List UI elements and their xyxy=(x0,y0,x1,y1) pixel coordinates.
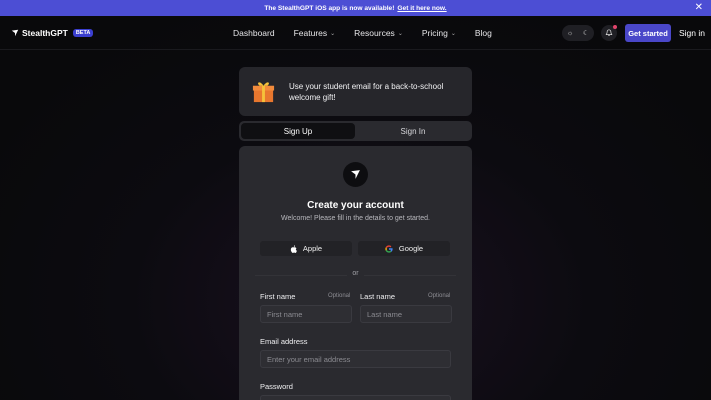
theme-toggle[interactable]: ☼ ☾ xyxy=(562,25,594,41)
password-label: Password xyxy=(260,382,293,391)
password-field[interactable] xyxy=(260,395,451,400)
sun-icon[interactable]: ☼ xyxy=(567,30,573,37)
tab-sign-in[interactable]: Sign In xyxy=(356,123,470,139)
form-title: Create your account xyxy=(307,200,404,211)
chevron-down-icon: ⌄ xyxy=(450,30,456,37)
nav-resources[interactable]: Resources ⌄ xyxy=(354,28,403,38)
get-started-button[interactable]: Get started xyxy=(625,24,671,42)
email-label: Email address xyxy=(260,337,308,346)
nav-resources-label: Resources xyxy=(354,28,395,38)
google-icon xyxy=(385,244,393,253)
nav-blog-label: Blog xyxy=(474,28,492,38)
last-name-optional: Optional xyxy=(428,293,451,299)
top-nav: StealthGPT BETA Dashboard Features ⌄ Res… xyxy=(0,16,711,50)
signup-card: Create your account Welcome! Please fill… xyxy=(239,146,472,400)
notifications-button[interactable] xyxy=(601,25,617,41)
banner-link[interactable]: Get it here now. xyxy=(397,5,446,12)
beta-badge: BETA xyxy=(72,29,94,37)
announcement-banner: The StealthGPT iOS app is now available!… xyxy=(0,0,711,16)
logo-mark-icon xyxy=(351,170,360,179)
last-name-label: Last name xyxy=(360,292,396,301)
chevron-down-icon: ⌄ xyxy=(330,30,336,37)
bell-icon xyxy=(605,29,613,36)
promo-card: Use your student email for a back-to-sch… xyxy=(239,67,472,116)
nav-pricing[interactable]: Pricing ⌄ xyxy=(422,28,456,38)
notification-dot xyxy=(613,25,617,29)
apple-label: Apple xyxy=(302,244,323,253)
chevron-down-icon: ⌄ xyxy=(397,30,403,37)
first-name-label: First name xyxy=(260,292,296,301)
nav-pricing-label: Pricing xyxy=(421,28,448,38)
brand-logo[interactable]: StealthGPT BETA xyxy=(11,28,94,38)
last-name-field[interactable]: Last name xyxy=(360,305,452,323)
gift-icon xyxy=(252,82,275,103)
email-field[interactable]: Enter your email address xyxy=(260,350,451,368)
nav-links: Dashboard Features ⌄ Resources ⌄ Pricing… xyxy=(233,28,492,38)
first-name-optional: Optional xyxy=(328,293,351,299)
promo-text: Use your student email for a back-to-sch… xyxy=(289,82,444,102)
tab-sign-up[interactable]: Sign Up xyxy=(241,123,355,139)
form-subtitle: Welcome! Please fill in the details to g… xyxy=(281,215,430,222)
first-name-field[interactable]: First name xyxy=(260,305,352,323)
apple-icon xyxy=(290,244,297,253)
stealthgpt-logo-icon xyxy=(343,162,368,187)
brand-name: StealthGPT xyxy=(22,28,68,38)
stealthgpt-logo-icon xyxy=(11,29,19,37)
banner-text: The StealthGPT iOS app is now available! xyxy=(264,4,395,12)
apple-signin-button[interactable]: Apple xyxy=(260,241,352,256)
nav-dashboard-label: Dashboard xyxy=(233,28,275,38)
moon-icon[interactable]: ☾ xyxy=(583,29,589,37)
nav-dashboard[interactable]: Dashboard xyxy=(233,28,275,38)
nav-features-label: Features xyxy=(293,28,328,38)
nav-blog[interactable]: Blog xyxy=(475,28,492,38)
close-icon[interactable]: ✕ xyxy=(695,2,703,14)
auth-tabs: Sign Up Sign In xyxy=(239,121,472,141)
google-label: Google xyxy=(398,244,424,253)
or-separator: or xyxy=(347,270,364,277)
google-signin-button[interactable]: Google xyxy=(358,241,450,256)
sign-in-link[interactable]: Sign in xyxy=(679,28,705,38)
nav-features[interactable]: Features ⌄ xyxy=(294,28,336,38)
